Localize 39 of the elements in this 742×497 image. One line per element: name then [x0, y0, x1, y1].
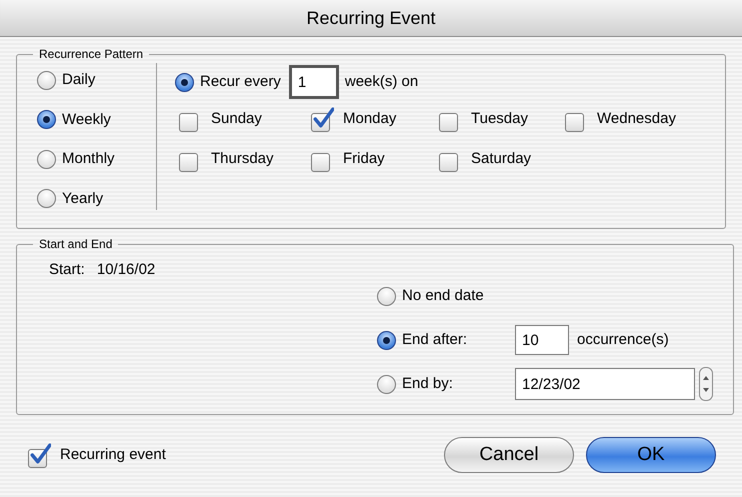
radio-label: No end date	[402, 286, 484, 306]
radio-button[interactable]	[377, 286, 396, 306]
cancel-button[interactable]: Cancel	[444, 437, 574, 473]
radio-button[interactable]	[37, 150, 56, 169]
checkbox-label: Tuesday	[471, 109, 528, 130]
radio-button[interactable]	[377, 330, 396, 350]
radio-button[interactable]	[175, 72, 194, 92]
radio-button[interactable]	[377, 374, 396, 394]
occurrences-field[interactable]: 10	[515, 325, 569, 355]
radio-label: Daily	[62, 70, 96, 90]
unit-label: week(s) on	[344, 72, 418, 92]
checkbox-label: Recurring event	[60, 444, 166, 465]
unit-label: occurrence(s)	[577, 330, 669, 350]
checkbox[interactable]	[311, 107, 335, 132]
interval-field[interactable]: 1	[288, 65, 339, 99]
radio-button[interactable]	[37, 189, 56, 208]
checkbox-label: Monday	[343, 109, 396, 130]
start-label: Start:	[49, 260, 85, 280]
radio-button[interactable]	[37, 70, 56, 90]
checkbox-label: Sunday	[211, 109, 262, 130]
checkbox[interactable]	[28, 442, 52, 468]
checkbox-label: Friday	[343, 149, 385, 170]
checkbox-label: Saturday	[471, 149, 532, 170]
stepper-control[interactable]	[699, 367, 713, 401]
radio-label: Yearly	[62, 188, 104, 208]
date-field[interactable]: 12/23/02	[515, 368, 695, 400]
ok-button[interactable]: OK	[586, 437, 716, 473]
radio-label: End by:	[402, 374, 453, 394]
window-title: Recurring Event	[306, 6, 436, 30]
start-date: 10/16/02	[96, 260, 156, 280]
radio-label: Weekly	[62, 110, 111, 130]
radio-label: End after:	[402, 330, 468, 350]
group-title: Start and End	[38, 236, 114, 253]
group-title: Recurrence Pattern	[38, 46, 144, 63]
checkbox-label: Wednesday	[597, 109, 676, 130]
radio-label: Recur every	[200, 72, 281, 92]
radio-label: Monthly	[62, 149, 115, 169]
checkbox-label: Thursday	[211, 149, 274, 170]
radio-button[interactable]	[37, 110, 56, 130]
